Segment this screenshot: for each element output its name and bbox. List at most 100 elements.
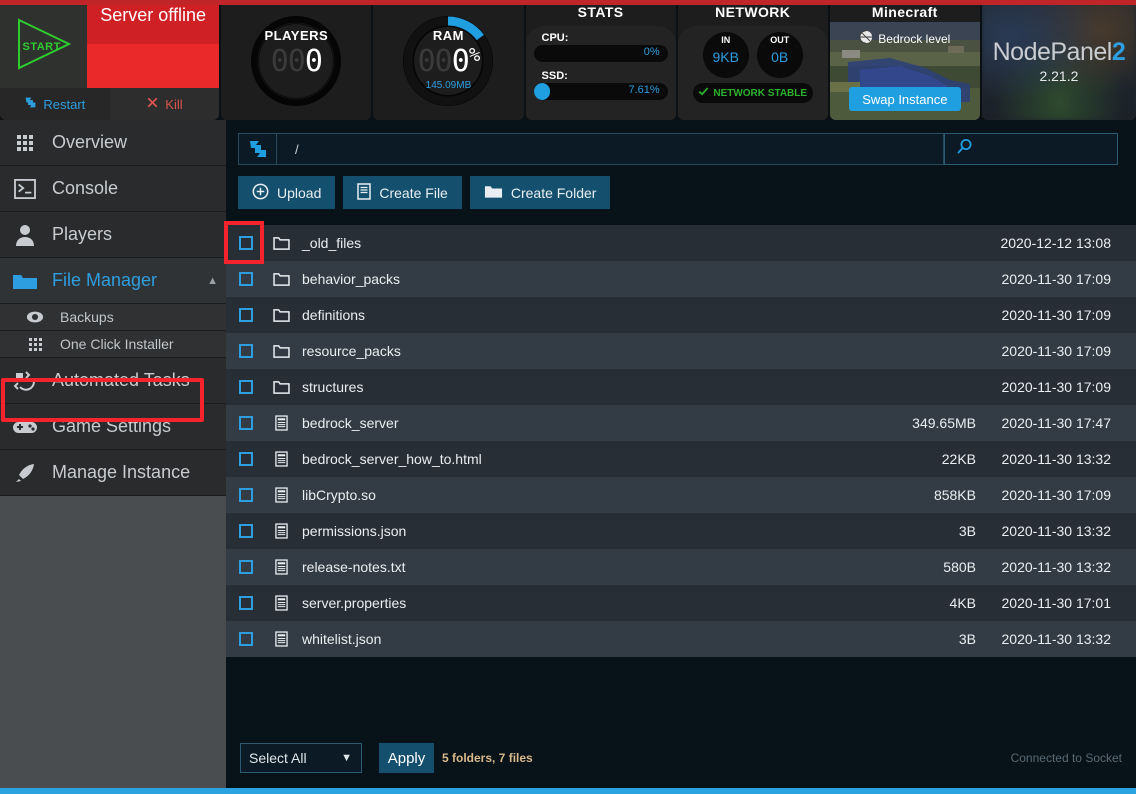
file-name[interactable]: resource_packs xyxy=(296,343,816,359)
network-in-value: 9KB xyxy=(712,49,739,65)
row-checkbox[interactable] xyxy=(226,524,266,538)
minecraft-title: Minecraft xyxy=(871,4,938,20)
file-date: 2020-11-30 13:32 xyxy=(1001,631,1112,647)
restart-icon xyxy=(24,96,37,112)
table-row[interactable]: whitelist.json 3B 2020-11-30 13:32 xyxy=(226,621,1136,657)
file-icon xyxy=(266,595,296,611)
upload-label: Upload xyxy=(277,184,322,201)
file-name[interactable]: definitions xyxy=(296,307,816,323)
network-out: OUT 0B xyxy=(756,32,803,78)
file-name[interactable]: server.properties xyxy=(296,595,816,611)
file-name[interactable]: permissions.json xyxy=(296,523,816,539)
sidebar-item-game-settings[interactable]: Game Settings xyxy=(0,404,226,450)
row-checkbox[interactable] xyxy=(226,272,266,286)
network-title: NETWORK xyxy=(715,4,791,20)
upload-button[interactable]: Upload xyxy=(238,176,336,209)
network-in-label: IN xyxy=(721,35,731,45)
table-row[interactable]: bedrock_server_how_to.html 22KB 2020-11-30… xyxy=(226,441,1136,477)
folder-icon xyxy=(484,184,503,202)
table-row[interactable]: release-notes.txt 580B 2020-11-30 13:32 xyxy=(226,549,1136,585)
sidebar-item-backups[interactable]: Backups xyxy=(0,304,226,331)
table-row[interactable]: server.properties 4KB 2020-11-30 17:01 xyxy=(226,585,1136,621)
file-name[interactable]: _old_files xyxy=(296,235,816,251)
table-row[interactable]: _old_files 2020-12-12 13:08 xyxy=(226,225,1136,261)
row-checkbox[interactable] xyxy=(226,596,266,610)
header-bar: START Server offline Restart Kill PLAYER… xyxy=(0,0,1136,120)
search-icon xyxy=(955,138,973,161)
user-icon xyxy=(10,220,40,250)
sidebar: Overview Console Players File Manager ▲ … xyxy=(0,120,226,794)
row-checkbox[interactable] xyxy=(226,236,266,250)
file-name[interactable]: bedrock_server xyxy=(296,415,816,431)
create-folder-button[interactable]: Create Folder xyxy=(469,176,611,209)
file-name[interactable]: behavior_packs xyxy=(296,271,816,287)
sidebar-item-manage-instance[interactable]: Manage Instance xyxy=(0,450,226,496)
table-row[interactable]: permissions.json 3B 2020-11-30 13:32 xyxy=(226,513,1136,549)
table-row[interactable]: behavior_packs 2020-11-30 17:09 xyxy=(226,261,1136,297)
file-name[interactable]: libCrypto.so xyxy=(296,487,816,503)
file-name[interactable]: bedrock_server_how_to.html xyxy=(296,451,816,467)
folder-icon xyxy=(266,308,296,322)
file-name[interactable]: whitelist.json xyxy=(296,631,816,647)
file-icon xyxy=(266,631,296,647)
restart-label: Restart xyxy=(43,96,86,112)
minecraft-panel: Minecraft Bedrock level Swap Instance xyxy=(829,0,980,120)
kill-label: Kill xyxy=(165,96,183,112)
sidebar-item-overview[interactable]: Overview xyxy=(0,120,226,166)
kill-button[interactable]: Kill xyxy=(109,88,220,120)
create-file-button[interactable]: Create File xyxy=(343,176,462,209)
sidebar-item-players[interactable]: Players xyxy=(0,212,226,258)
folder-icon xyxy=(266,380,296,394)
table-row[interactable]: structures 2020-11-30 17:09 xyxy=(226,369,1136,405)
start-button[interactable]: START xyxy=(0,0,87,88)
gamepad-icon xyxy=(10,412,40,442)
ram-title: RAM xyxy=(432,28,464,43)
table-row[interactable]: definitions 2020-11-30 17:09 xyxy=(226,297,1136,333)
file-name[interactable]: release-notes.txt xyxy=(296,559,816,575)
file-size: 858KB xyxy=(933,487,976,503)
sidebar-label-file-manager: File Manager xyxy=(52,270,158,290)
row-checkbox[interactable] xyxy=(226,308,266,322)
row-checkbox[interactable] xyxy=(226,380,266,394)
sidebar-item-automated-tasks[interactable]: Automated Tasks xyxy=(0,358,226,404)
file-size: 4KB xyxy=(949,595,976,611)
row-checkbox[interactable] xyxy=(226,416,266,430)
row-checkbox[interactable] xyxy=(226,560,266,574)
table-row[interactable]: libCrypto.so 858KB 2020-11-30 17:09 xyxy=(226,477,1136,513)
search-input[interactable] xyxy=(979,141,1119,157)
sidebar-item-file-manager[interactable]: File Manager ▲ xyxy=(0,258,226,304)
close-icon xyxy=(146,96,159,112)
players-panel: PLAYERS 000 xyxy=(221,0,372,120)
sidebar-label-backups: Backups xyxy=(60,309,114,325)
file-date: 2020-11-30 17:09 xyxy=(1001,487,1112,503)
grid-icon xyxy=(22,337,48,351)
ram-value: 000% xyxy=(417,44,481,79)
row-checkbox[interactable] xyxy=(226,488,266,502)
current-path[interactable]: / xyxy=(277,134,943,164)
ram-panel: RAM 000% 145.09MB xyxy=(373,0,524,120)
table-row[interactable]: bedrock_server 349.65MB 2020-11-30 17:47 xyxy=(226,405,1136,441)
chevron-up-icon[interactable]: ▲ xyxy=(207,275,218,287)
refresh-icon[interactable] xyxy=(239,134,277,164)
file-date: 2020-11-30 17:09 xyxy=(1001,379,1112,395)
file-name[interactable]: structures xyxy=(296,379,816,395)
sidebar-item-one-click-installer[interactable]: One Click Installer xyxy=(0,331,226,358)
file-bottom-bar: Select All ▼ Apply 5 folders, 7 files Co… xyxy=(226,730,1136,794)
restart-button[interactable]: Restart xyxy=(0,88,110,120)
apply-button[interactable]: Apply xyxy=(379,743,434,773)
search-bar[interactable] xyxy=(944,133,1119,165)
network-body: IN 9KB OUT 0B NETWORK STABLE xyxy=(677,26,828,120)
bulk-action-select-wrap: Select All ▼ xyxy=(240,743,362,773)
row-checkbox[interactable] xyxy=(226,632,266,646)
cpu-value: 0% xyxy=(643,46,660,58)
minecraft-level-label: Bedrock level xyxy=(878,31,951,46)
swap-instance-button[interactable]: Swap Instance xyxy=(848,87,961,111)
nodepanel-brand-panel: NodePanel2 2.21.2 xyxy=(981,0,1136,120)
file-icon xyxy=(266,559,296,575)
table-row[interactable]: resource_packs 2020-11-30 17:09 xyxy=(226,333,1136,369)
sidebar-item-console[interactable]: Console xyxy=(0,166,226,212)
bulk-action-select[interactable]: Select All xyxy=(240,743,362,773)
top-accent-line xyxy=(0,0,1136,5)
row-checkbox[interactable] xyxy=(226,452,266,466)
row-checkbox[interactable] xyxy=(226,344,266,358)
